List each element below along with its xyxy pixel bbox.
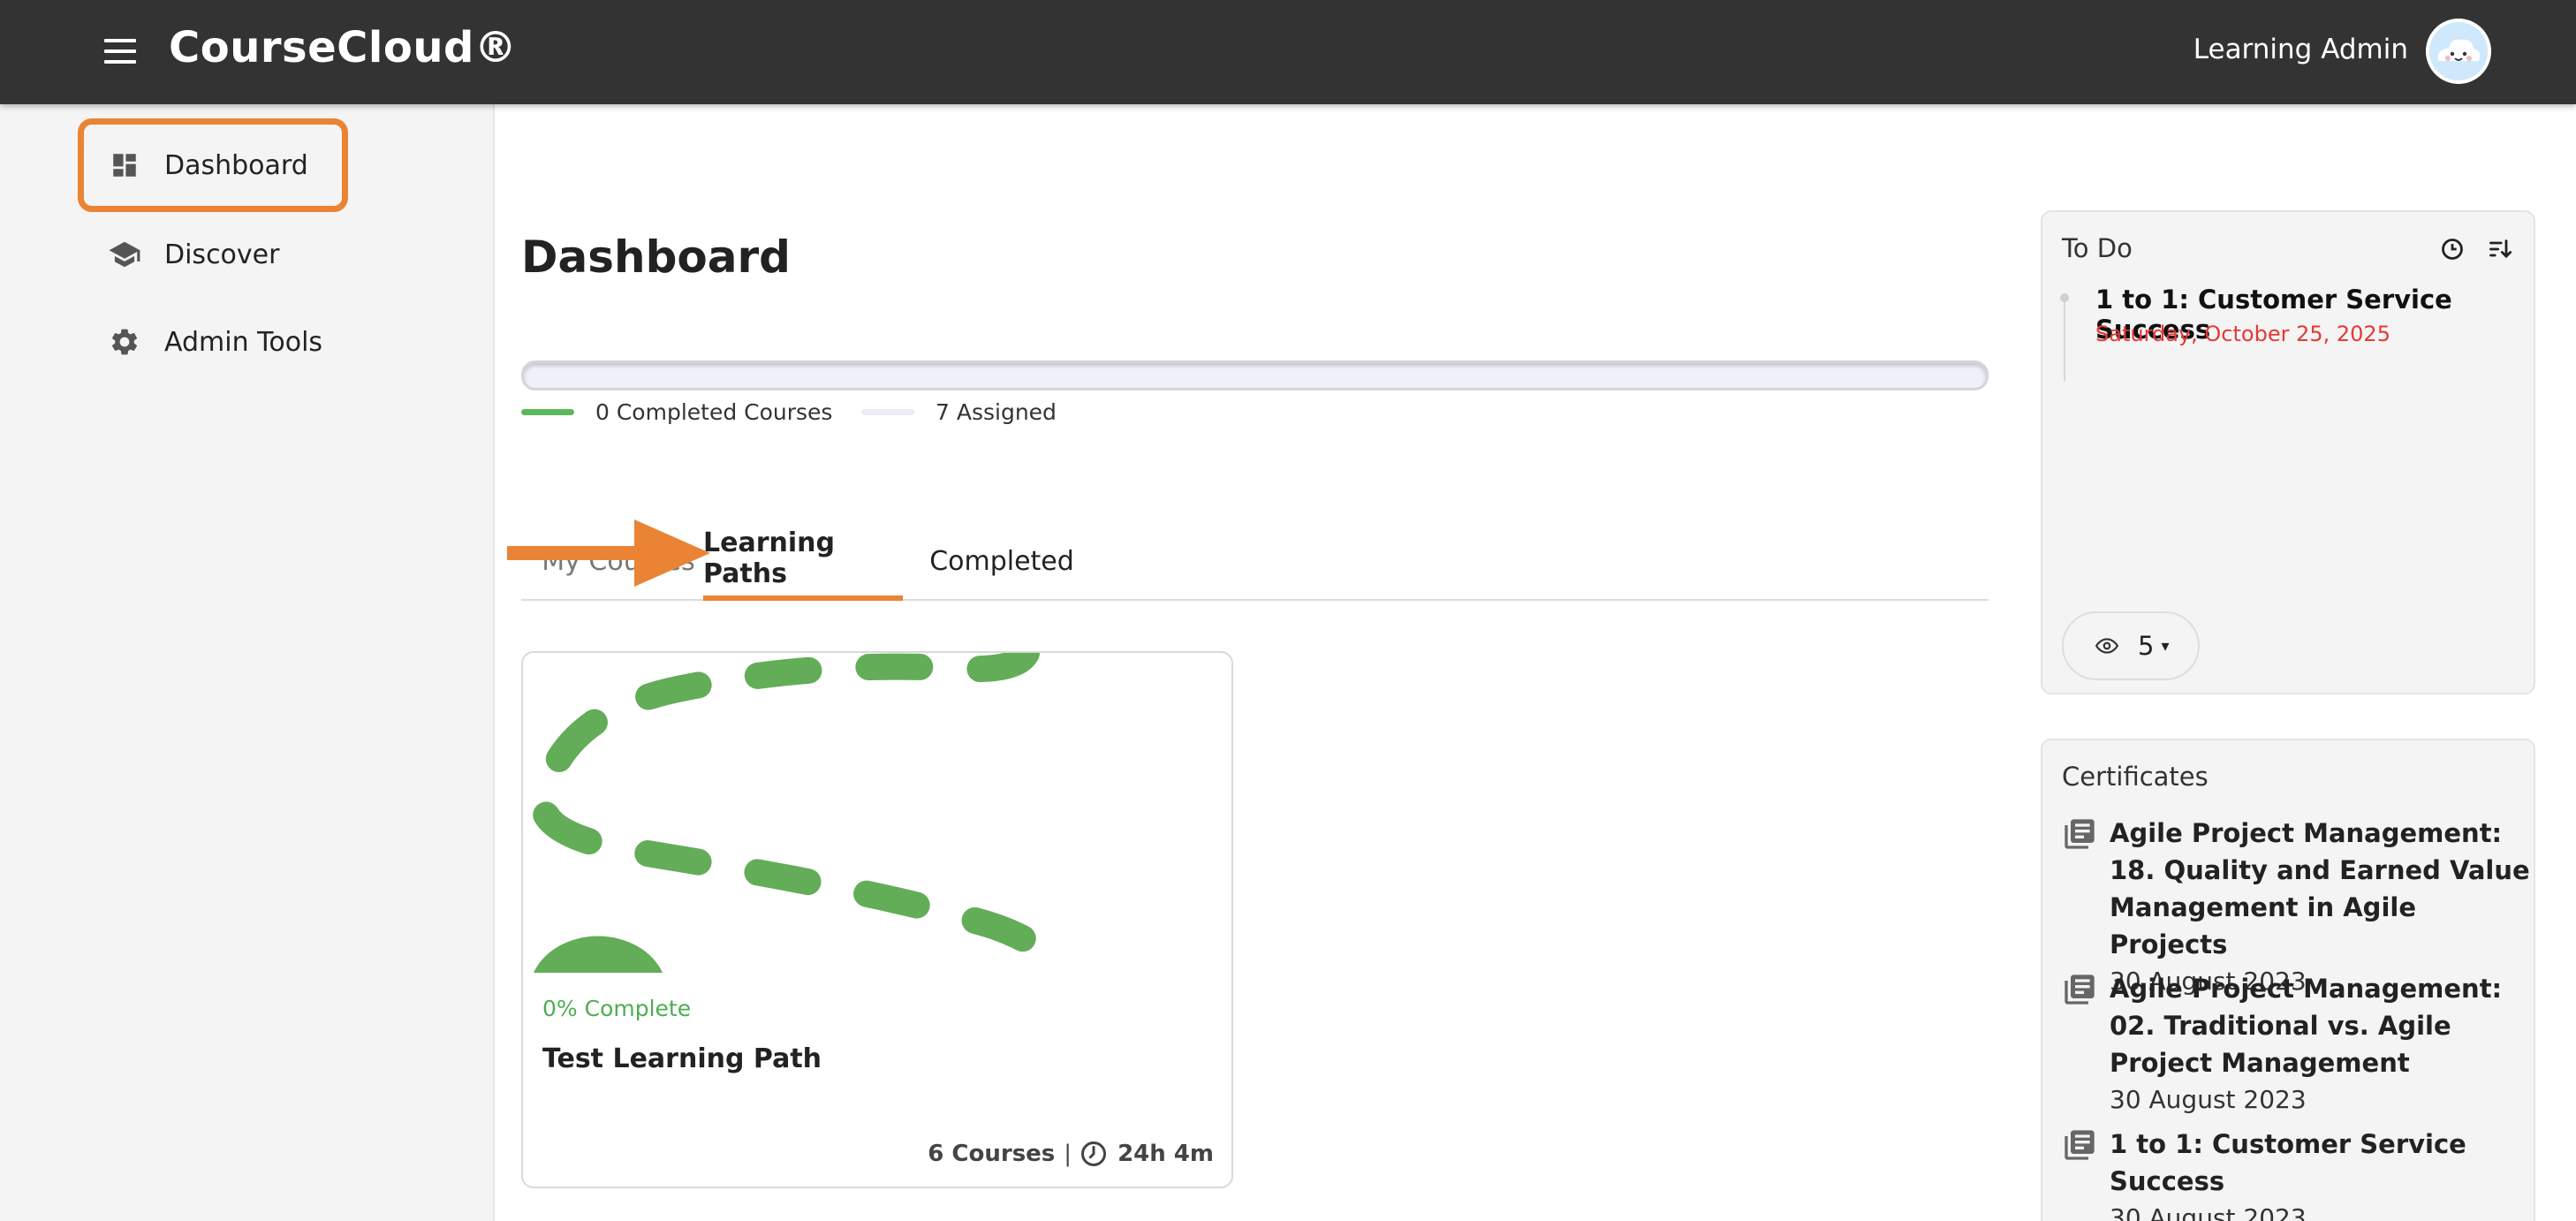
certificate-item[interactable]: 1 to 1: Customer Service Success 30 Augu… — [2062, 1126, 2534, 1221]
certificate-library-icon — [2065, 819, 2095, 849]
sidebar-item-admin-tools[interactable]: Admin Tools — [78, 295, 348, 389]
certificates-title: Certificates — [2062, 762, 2209, 792]
sidebar-item-discover[interactable]: Discover — [78, 208, 348, 301]
certificates-panel: Certificates Agile Project Management: 1… — [2041, 739, 2535, 1221]
certificate-library-icon — [2065, 1130, 2095, 1160]
card-meta: 6 Courses | 24h 4m — [928, 1141, 1214, 1167]
legend-completed-label: 0 Completed Courses — [595, 399, 833, 425]
top-bar: CourseCloud® Learning Admin — [0, 0, 2576, 104]
legend-completed: 0 Completed Courses — [521, 399, 832, 425]
legend-assigned-label: 7 Assigned — [936, 399, 1057, 425]
certificate-date: 30 August 2023 — [2110, 1203, 2307, 1221]
sidebar-item-label: Admin Tools — [164, 326, 323, 358]
legend-completed-swatch — [521, 409, 574, 415]
sidebar-item-dashboard[interactable]: Dashboard — [78, 118, 348, 212]
legend-assigned: 7 Assigned — [861, 399, 1057, 425]
cloud-avatar-icon — [2426, 19, 2491, 84]
course-progress-bar — [521, 360, 1989, 391]
brand-logo[interactable]: CourseCloud® — [169, 23, 517, 72]
gear-icon — [108, 325, 141, 359]
certificate-title: Agile Project Management: 02. Traditiona… — [2110, 974, 2503, 1078]
eye-icon — [2095, 638, 2118, 654]
todo-timeline — [2064, 293, 2065, 382]
course-count: 6 Courses — [928, 1141, 1056, 1167]
tab-completed[interactable]: Completed — [921, 521, 1083, 601]
page-size-select[interactable]: 5 ▾ — [2062, 611, 2200, 680]
course-duration: 24h 4m — [1118, 1141, 1214, 1167]
certificate-title: Agile Project Management: 18. Quality an… — [2110, 818, 2530, 959]
sidebar-item-label: Discover — [164, 239, 280, 270]
dashed-path-illustration — [528, 653, 1075, 973]
legend-assigned-swatch — [861, 409, 914, 415]
learning-path-card[interactable]: 0% Complete Test Learning Path 6 Courses… — [521, 651, 1233, 1188]
page-size-value: 5 — [2138, 631, 2155, 661]
dashboard-tabs: My Courses Learning Paths Completed — [521, 521, 1989, 601]
clock-filter-icon[interactable] — [2440, 237, 2465, 262]
certificate-item[interactable]: Agile Project Management: 02. Traditiona… — [2062, 970, 2534, 1119]
card-progress-text: 0% Complete — [542, 996, 692, 1021]
todo-item-due-date: Saturday, October 25, 2025 — [2095, 322, 2390, 346]
todo-toolbar — [2440, 237, 2512, 262]
todo-panel: To Do 1 to 1: Customer Service Success S… — [2041, 210, 2535, 694]
todo-title: To Do — [2062, 233, 2133, 263]
certificate-library-icon — [2065, 975, 2095, 1005]
certificate-date: 30 August 2023 — [2110, 1085, 2307, 1114]
chevron-down-icon: ▾ — [2161, 636, 2170, 656]
user-avatar[interactable] — [2426, 19, 2491, 84]
user-name[interactable]: Learning Admin — [2193, 34, 2408, 65]
page-title: Dashboard — [521, 231, 791, 283]
clock-icon — [1081, 1141, 1107, 1166]
sidebar-item-label: Dashboard — [164, 149, 308, 181]
graduation-cap-icon — [108, 238, 141, 271]
meta-separator: | — [1064, 1141, 1072, 1167]
hamburger-menu-icon[interactable] — [104, 39, 136, 65]
arrow-pointer-icon — [507, 519, 710, 587]
card-title: Test Learning Path — [542, 1043, 822, 1074]
certificate-title: 1 to 1: Customer Service Success — [2110, 1129, 2466, 1196]
sidebar: Dashboard Discover Admin Tools — [0, 104, 495, 1221]
tab-learning-paths[interactable]: Learning Paths — [703, 521, 903, 601]
dashboard-grid-icon — [108, 148, 141, 182]
timeline-dot — [2060, 293, 2069, 302]
sort-icon[interactable] — [2488, 237, 2512, 262]
